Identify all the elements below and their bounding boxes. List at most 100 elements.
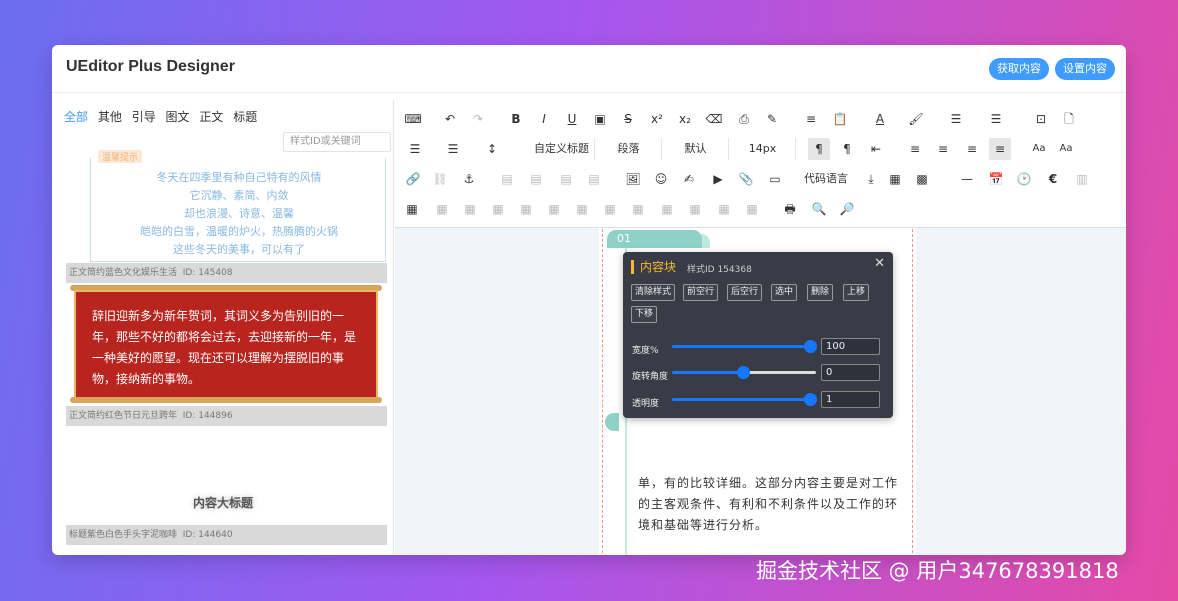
split-to-rows-icon[interactable]: ▦ <box>713 198 735 220</box>
image-icon[interactable]: 🖼 <box>622 168 644 190</box>
move-up-button[interactable]: 上移 <box>843 284 870 301</box>
tab-other[interactable]: 其他 <box>98 110 122 124</box>
attachment-icon[interactable]: 📎 <box>735 168 757 190</box>
eraser-icon[interactable]: ⌫ <box>703 108 725 130</box>
ordered-list-icon[interactable]: ☰ <box>945 108 967 130</box>
delete-row-icon[interactable]: ▦ <box>515 198 537 220</box>
unordered-list-icon[interactable]: ☰ <box>985 108 1007 130</box>
scrawl-icon[interactable]: ✍ <box>678 168 700 190</box>
bold-icon[interactable]: B <box>505 108 527 130</box>
italic-icon[interactable]: I <box>533 108 555 130</box>
align-justify-icon[interactable]: ≡ <box>989 138 1011 160</box>
font-color-icon[interactable]: A <box>869 108 891 130</box>
page-break-icon[interactable]: ⤓ <box>860 168 882 190</box>
insert-row-icon[interactable]: ▦ <box>487 198 509 220</box>
select-button[interactable]: 选中 <box>771 284 798 301</box>
row-spacing-icon[interactable]: ↕ <box>481 138 503 160</box>
opacity-input[interactable]: 1 <box>821 391 880 408</box>
auto-format-icon[interactable]: ✎ <box>761 108 783 130</box>
clear-doc-icon[interactable]: 🗋 <box>1058 108 1080 130</box>
ltr-icon[interactable]: ¶ <box>808 138 830 160</box>
move-down-button[interactable]: 下移 <box>631 306 658 323</box>
unlink-icon[interactable]: ⛓ <box>429 168 451 190</box>
split-to-cols-icon[interactable]: ▦ <box>741 198 763 220</box>
print-icon[interactable]: 🖶 <box>779 198 801 220</box>
tab-all[interactable]: 全部 <box>64 110 88 124</box>
line-spacing-icon[interactable]: ☰ <box>442 138 464 160</box>
paste-plain-icon[interactable]: 📋 <box>829 108 851 130</box>
delete-table-icon[interactable]: ▦ <box>431 198 453 220</box>
highlight-color-icon[interactable]: 🖌 <box>905 108 927 130</box>
subscript-icon[interactable]: x₂ <box>674 108 696 130</box>
paragraph-select[interactable]: 段落 <box>596 138 662 160</box>
format-match-icon[interactable]: ⎙ <box>733 108 755 130</box>
lowercase-icon[interactable]: Aa <box>1055 138 1077 160</box>
outdent-icon[interactable]: ⇤ <box>865 138 887 160</box>
insert-table-icon[interactable]: ▦ <box>401 198 423 220</box>
tab-heading[interactable]: 标题 <box>233 110 257 124</box>
rotation-slider-handle[interactable] <box>737 366 750 379</box>
delete-button[interactable]: 删除 <box>807 284 834 301</box>
image-float-right-icon[interactable]: ▤ <box>555 168 577 190</box>
horizontal-rule-icon[interactable]: — <box>956 168 978 190</box>
select-all-icon[interactable]: ⊡ <box>1030 108 1052 130</box>
search-replace-icon[interactable]: 🔎 <box>836 198 858 220</box>
uppercase-icon[interactable]: Aa <box>1028 138 1050 160</box>
image-float-left-icon[interactable]: ▤ <box>525 168 547 190</box>
rtl-icon[interactable]: ¶ <box>836 138 858 160</box>
width-slider[interactable] <box>672 345 816 348</box>
background-icon[interactable]: ▩ <box>911 168 933 190</box>
font-family-select[interactable]: 默认 <box>663 138 729 160</box>
link-icon[interactable]: 🔗 <box>402 168 424 190</box>
image-center-icon[interactable]: ▤ <box>583 168 605 190</box>
insert-paragraph-before-table-icon[interactable]: ▦ <box>459 198 481 220</box>
width-input[interactable]: 100 <box>821 338 880 355</box>
code-language-select[interactable]: 代码语言 <box>793 168 859 190</box>
tab-guide[interactable]: 引导 <box>132 110 156 124</box>
indent-icon[interactable]: ☰ <box>404 138 426 160</box>
underline-icon[interactable]: U <box>561 108 583 130</box>
search-input[interactable]: 样式ID或关键词 <box>283 132 391 152</box>
undo-icon[interactable]: ↶ <box>439 108 461 130</box>
align-justify-icon[interactable]: ≡ <box>800 108 822 130</box>
anchor-icon[interactable]: ⚓ <box>458 168 480 190</box>
opacity-slider-handle[interactable] <box>804 393 817 406</box>
merge-right-icon[interactable]: ▦ <box>627 198 649 220</box>
keyboard-icon[interactable]: ⌨ <box>402 108 424 130</box>
set-content-button[interactable]: 设置内容 <box>1055 58 1115 80</box>
video-icon[interactable]: ▶ <box>707 168 729 190</box>
delete-col-icon[interactable]: ▦ <box>571 198 593 220</box>
special-chars-icon[interactable]: € <box>1042 168 1064 190</box>
time-icon[interactable]: 🕑 <box>1013 168 1035 190</box>
align-left-icon[interactable]: ≡ <box>904 138 926 160</box>
merge-cells-icon[interactable]: ▦ <box>599 198 621 220</box>
wordimage-icon[interactable]: ▥ <box>1071 168 1093 190</box>
insert-col-icon[interactable]: ▦ <box>543 198 565 220</box>
template-icon[interactable]: ▦ <box>884 168 906 190</box>
blank-line-after-button[interactable]: 后空行 <box>727 284 763 301</box>
width-slider-handle[interactable] <box>804 340 817 353</box>
emoji-icon[interactable]: ☺ <box>650 168 672 190</box>
superscript-icon[interactable]: x² <box>646 108 668 130</box>
image-float-none-icon[interactable]: ▤ <box>496 168 518 190</box>
text-border-icon[interactable]: ▣ <box>589 108 611 130</box>
preview-icon[interactable]: 🔍 <box>808 198 830 220</box>
date-icon[interactable]: 📅 <box>985 168 1007 190</box>
clear-style-button[interactable]: 清除样式 <box>631 284 676 301</box>
redo-icon[interactable]: ↷ <box>467 108 489 130</box>
split-to-cells-icon[interactable]: ▦ <box>684 198 706 220</box>
strikethrough-icon[interactable]: S <box>617 108 639 130</box>
get-content-button[interactable]: 获取内容 <box>989 58 1049 80</box>
align-right-icon[interactable]: ≡ <box>961 138 983 160</box>
align-center-icon[interactable]: ≡ <box>932 138 954 160</box>
merge-down-icon[interactable]: ▦ <box>656 198 678 220</box>
blank-line-before-button[interactable]: 前空行 <box>683 284 719 301</box>
document-text[interactable]: 单，有的比较详细。这部分内容主要是对工作的主客观条件、有利和不利条件以及工作的环… <box>638 473 904 536</box>
frame-icon[interactable]: ▭ <box>764 168 786 190</box>
rotation-input[interactable]: 0 <box>821 364 880 381</box>
custom-title-select[interactable]: 自定义标题 <box>529 138 595 160</box>
opacity-slider[interactable] <box>672 398 816 401</box>
close-icon[interactable]: ✕ <box>874 256 885 271</box>
tab-image-text[interactable]: 图文 <box>166 110 190 124</box>
font-size-select[interactable]: 14px <box>730 138 796 160</box>
